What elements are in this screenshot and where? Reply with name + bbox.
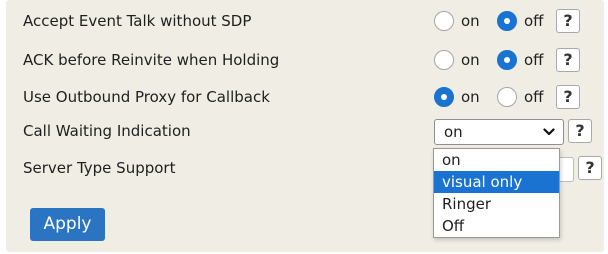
setting-row-call-waiting: Call Waiting Indication on ?	[6, 116, 604, 146]
help-button[interactable]: ?	[556, 85, 580, 109]
dropdown-option[interactable]: Off	[434, 215, 559, 237]
dropdown-option[interactable]: Ringer	[434, 193, 559, 215]
settings-panel: Accept Event Talk without SDP on off ? A…	[6, 0, 604, 252]
radio-on[interactable]	[434, 50, 454, 70]
setting-row-accept-event-talk: Accept Event Talk without SDP on off ?	[6, 6, 604, 36]
help-button[interactable]: ?	[578, 156, 602, 180]
radio-on[interactable]	[434, 11, 454, 31]
question-mark-icon: ?	[563, 11, 573, 30]
radio-group: on off ?	[434, 45, 604, 75]
radio-on-label: on	[461, 88, 480, 106]
setting-label: Use Outbound Proxy for Callback	[23, 88, 270, 106]
radio-on-label: on	[461, 12, 480, 30]
setting-row-outbound-proxy-callback: Use Outbound Proxy for Callback on off ?	[6, 82, 604, 112]
radio-off[interactable]	[497, 50, 517, 70]
setting-label: ACK before Reinvite when Holding	[23, 51, 280, 69]
radio-off-label: off	[524, 88, 544, 106]
call-waiting-select[interactable]: on	[434, 119, 564, 145]
question-mark-icon: ?	[575, 121, 585, 140]
apply-button[interactable]: Apply	[30, 208, 105, 241]
help-button[interactable]: ?	[556, 48, 580, 72]
setting-row-ack-before-reinvite: ACK before Reinvite when Holding on off …	[6, 45, 604, 75]
question-mark-icon: ?	[585, 158, 595, 177]
radio-group: on off ?	[434, 82, 604, 112]
call-waiting-dropdown-list: on visual only Ringer Off	[433, 148, 560, 238]
help-button[interactable]: ?	[556, 9, 580, 33]
radio-group: on off ?	[434, 6, 604, 36]
setting-label: Accept Event Talk without SDP	[23, 12, 252, 30]
dropdown-option-highlighted[interactable]: visual only	[434, 171, 559, 193]
radio-off[interactable]	[497, 11, 517, 31]
dropdown-option[interactable]: on	[434, 149, 559, 171]
radio-off[interactable]	[497, 87, 517, 107]
question-mark-icon: ?	[563, 50, 573, 69]
radio-on[interactable]	[434, 87, 454, 107]
setting-label: Call Waiting Indication	[23, 122, 191, 140]
setting-label: Server Type Support	[23, 159, 176, 177]
help-button[interactable]: ?	[568, 119, 592, 143]
radio-on-label: on	[461, 51, 480, 69]
radio-off-label: off	[524, 12, 544, 30]
radio-off-label: off	[524, 51, 544, 69]
question-mark-icon: ?	[563, 87, 573, 106]
chevron-down-icon	[543, 128, 555, 136]
select-value: on	[444, 123, 463, 141]
